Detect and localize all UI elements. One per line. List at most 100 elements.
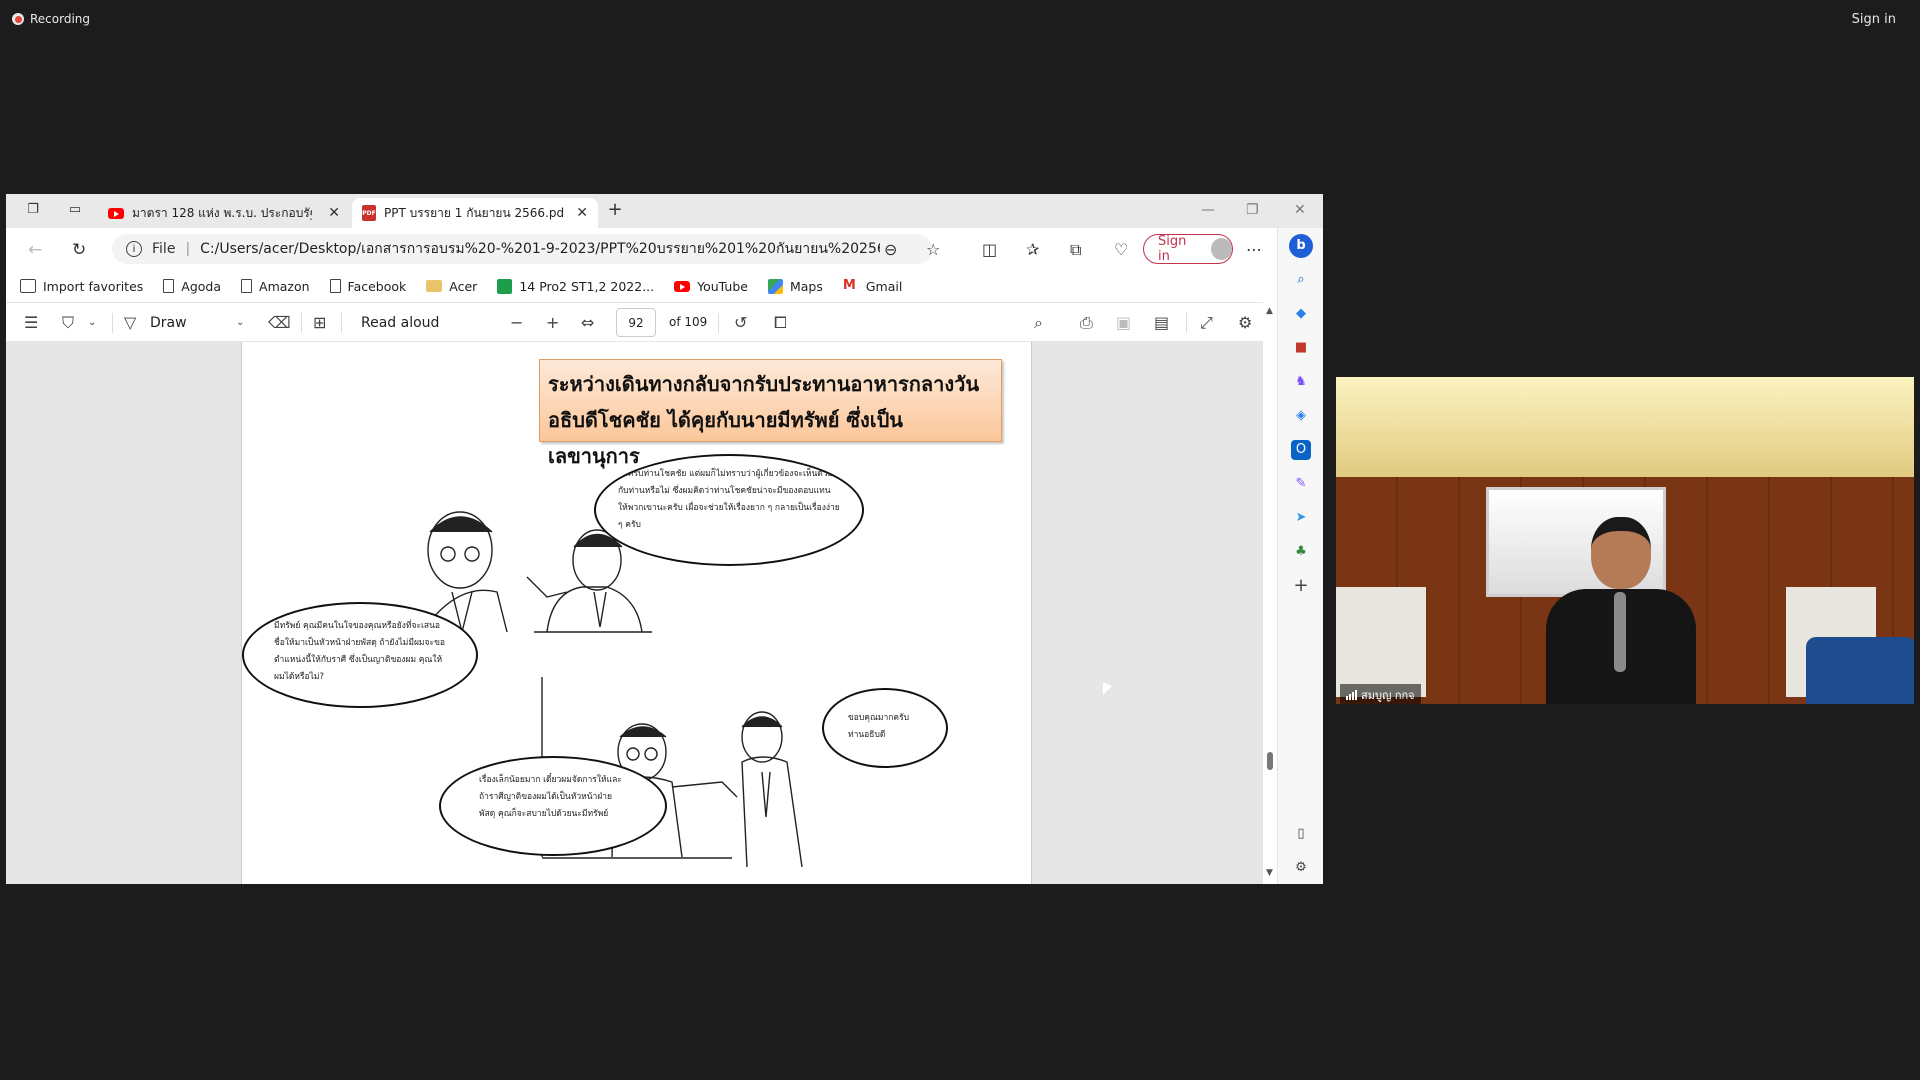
pdf-page: ระหว่างเดินทางกลับจากรับประทานอาหารกลางว… (241, 342, 1032, 884)
sheets-icon (497, 278, 513, 294)
favorite-facebook[interactable]: Facebook (329, 279, 406, 294)
divider (301, 313, 302, 333)
participant-name: สมบูญ กกจ (1361, 689, 1415, 702)
recording-label: Recording (30, 12, 91, 26)
collections-icon[interactable]: ⧉ (1070, 240, 1081, 260)
page-number-input[interactable]: 92 (616, 308, 656, 337)
back-icon[interactable]: ← (28, 240, 42, 260)
url-text[interactable]: C:/Users/acer/Desktop/เอกสารการอบรม%20-%… (200, 238, 880, 260)
youtube-icon (108, 207, 124, 219)
zoom-out-icon[interactable]: − (510, 313, 523, 332)
video-speaker (1536, 517, 1706, 704)
scroll-up-icon[interactable]: ▲ (1266, 306, 1273, 316)
total-pages-label: of 109 (669, 315, 708, 329)
chevron-down-icon[interactable]: ⌄ (88, 317, 96, 328)
add-icon[interactable]: + (1291, 576, 1311, 596)
shared-browser-window: ❐ ▭ มาตรา 128 แห่ง พ.ร.บ. ประกอบรัฐธรรมน… (6, 194, 1323, 884)
split-screen-icon[interactable]: ◫ (982, 240, 997, 259)
shopping-icon[interactable]: ◆ (1291, 304, 1311, 324)
microphone-icon (1614, 592, 1626, 672)
mouse-cursor-icon (1103, 682, 1112, 695)
address-bar-row: ← ↻ i File | C:/Users/acer/Desktop/เอกสา… (6, 228, 1270, 270)
pdf-toolbar: ☰ ⛉ ⌄ ▽ Draw ⌄ ⌫ ⊞ Read aloud − + ⇔ 92 o… (6, 302, 1270, 342)
video-ceiling (1336, 377, 1914, 482)
pdf-scrollbar[interactable]: ▲ ▼ (1263, 302, 1277, 884)
restore-icon[interactable]: ❐ (1246, 202, 1259, 218)
favorite-import[interactable]: Import favorites (20, 279, 143, 294)
eraser-icon[interactable]: ⌫ (268, 313, 291, 332)
page-icon (241, 279, 253, 293)
info-icon[interactable]: i (126, 241, 142, 257)
favorite-maps[interactable]: Maps (767, 278, 823, 294)
page-icon (163, 279, 175, 293)
window-close-icon[interactable]: ✕ (1294, 202, 1306, 218)
meeting-sign-in-link[interactable]: Sign in (1852, 12, 1896, 27)
pdf-viewer[interactable]: ระหว่างเดินทางกลับจากรับประทานอาหารกลางว… (6, 342, 1263, 884)
favorite-label: Acer (449, 278, 478, 294)
favorite-sheet[interactable]: 14 Pro2 ST1,2 2022... (497, 278, 655, 294)
draw-button[interactable]: Draw (150, 315, 187, 331)
favorite-amazon[interactable]: Amazon (241, 279, 310, 294)
tree-icon[interactable]: ♣ (1291, 542, 1311, 562)
favorite-label: Agoda (181, 278, 222, 294)
outlook-icon[interactable]: O (1291, 440, 1311, 460)
save-as-icon[interactable]: ▤ (1154, 313, 1169, 332)
address-bar[interactable]: i File | C:/Users/acer/Desktop/เอกสารการ… (112, 234, 932, 264)
sidebar-toggle-icon[interactable]: ▯ (1291, 824, 1311, 844)
participant-video[interactable]: สมบูญ กกจ (1336, 377, 1914, 704)
favorite-agoda[interactable]: Agoda (163, 279, 221, 294)
browser-sign-in-button[interactable]: Sign in (1143, 234, 1233, 264)
search-icon[interactable]: ⌕ (1034, 313, 1043, 333)
avatar-icon (1211, 238, 1232, 260)
favorites-bar: Import favorites Agoda Amazon Facebook A… (6, 270, 1270, 302)
favorite-acer[interactable]: Acer (426, 279, 477, 294)
record-icon (12, 13, 24, 25)
microsoft365-icon[interactable]: ◈ (1291, 406, 1311, 426)
workspaces-icon[interactable]: ❐ (24, 202, 42, 220)
fullscreen-icon[interactable]: ⤢ (1200, 313, 1213, 333)
copilot-icon[interactable]: b (1289, 234, 1313, 258)
read-aloud-button[interactable]: Read aloud (361, 315, 439, 331)
search-icon[interactable]: ⌕ (1291, 270, 1311, 290)
favorite-label: Maps (789, 278, 823, 294)
favorite-label: YouTube (697, 278, 748, 294)
two-page-icon[interactable]: ⧠ (774, 313, 787, 333)
more-icon[interactable]: ⋯ (1246, 240, 1262, 259)
favorite-youtube[interactable]: YouTube (674, 279, 748, 294)
refresh-icon[interactable]: ↻ (72, 240, 86, 260)
close-tab-icon[interactable]: ✕ (328, 205, 340, 221)
highlight-icon[interactable]: ⛉ (62, 313, 74, 333)
fit-to-width-icon[interactable]: ⇔ (581, 313, 594, 332)
chevron-down-icon[interactable]: ⌄ (236, 317, 244, 328)
scroll-thumb[interactable] (1267, 752, 1273, 770)
new-tab-icon[interactable]: + (606, 199, 624, 220)
drop-icon[interactable]: ➤ (1291, 508, 1311, 528)
browser-essentials-icon[interactable]: ♡ (1114, 240, 1128, 259)
pdf-settings-icon[interactable]: ⚙ (1238, 313, 1252, 332)
minimize-icon[interactable]: — (1201, 202, 1215, 218)
tab-youtube[interactable]: มาตรา 128 แห่ง พ.ร.บ. ประกอบรัฐธรรมนูญ ✕ (98, 198, 350, 228)
tab-actions-icon[interactable]: ▭ (66, 202, 84, 220)
scroll-down-icon[interactable]: ▼ (1266, 868, 1273, 878)
scheme-divider: | (185, 241, 191, 257)
print-icon[interactable]: ⎙ (1080, 313, 1093, 333)
settings-icon[interactable]: ⚙ (1291, 858, 1311, 878)
contents-icon[interactable]: ☰ (24, 313, 38, 332)
page-view-icon[interactable]: ⊞ (313, 313, 326, 332)
rotate-icon[interactable]: ↺ (734, 313, 747, 332)
games-icon[interactable]: ♞ (1291, 372, 1311, 392)
tools-icon[interactable]: ■ (1291, 338, 1311, 358)
save-icon[interactable]: ▣ (1116, 313, 1131, 332)
draw-icon[interactable]: ▽ (124, 313, 136, 332)
tab-pdf[interactable]: PDF PPT บรรยาย 1 กันยายน 2566.pdf ✕ (352, 198, 598, 228)
favorite-gmail[interactable]: M Gmail (843, 279, 902, 294)
designer-icon[interactable]: ✎ (1291, 474, 1311, 494)
zoom-in-icon[interactable]: + (546, 313, 559, 332)
close-tab-icon[interactable]: ✕ (576, 205, 588, 221)
favorites-icon[interactable]: ✰ (1026, 240, 1039, 259)
zoom-icon[interactable]: ⊖ (884, 240, 897, 259)
sign-in-label: Sign in (1158, 234, 1187, 264)
favorite-label: 14 Pro2 ST1,2 2022... (519, 278, 655, 294)
participant-name-tag: สมบูญ กกจ (1340, 684, 1421, 704)
favorite-star-icon[interactable]: ☆ (926, 240, 940, 259)
